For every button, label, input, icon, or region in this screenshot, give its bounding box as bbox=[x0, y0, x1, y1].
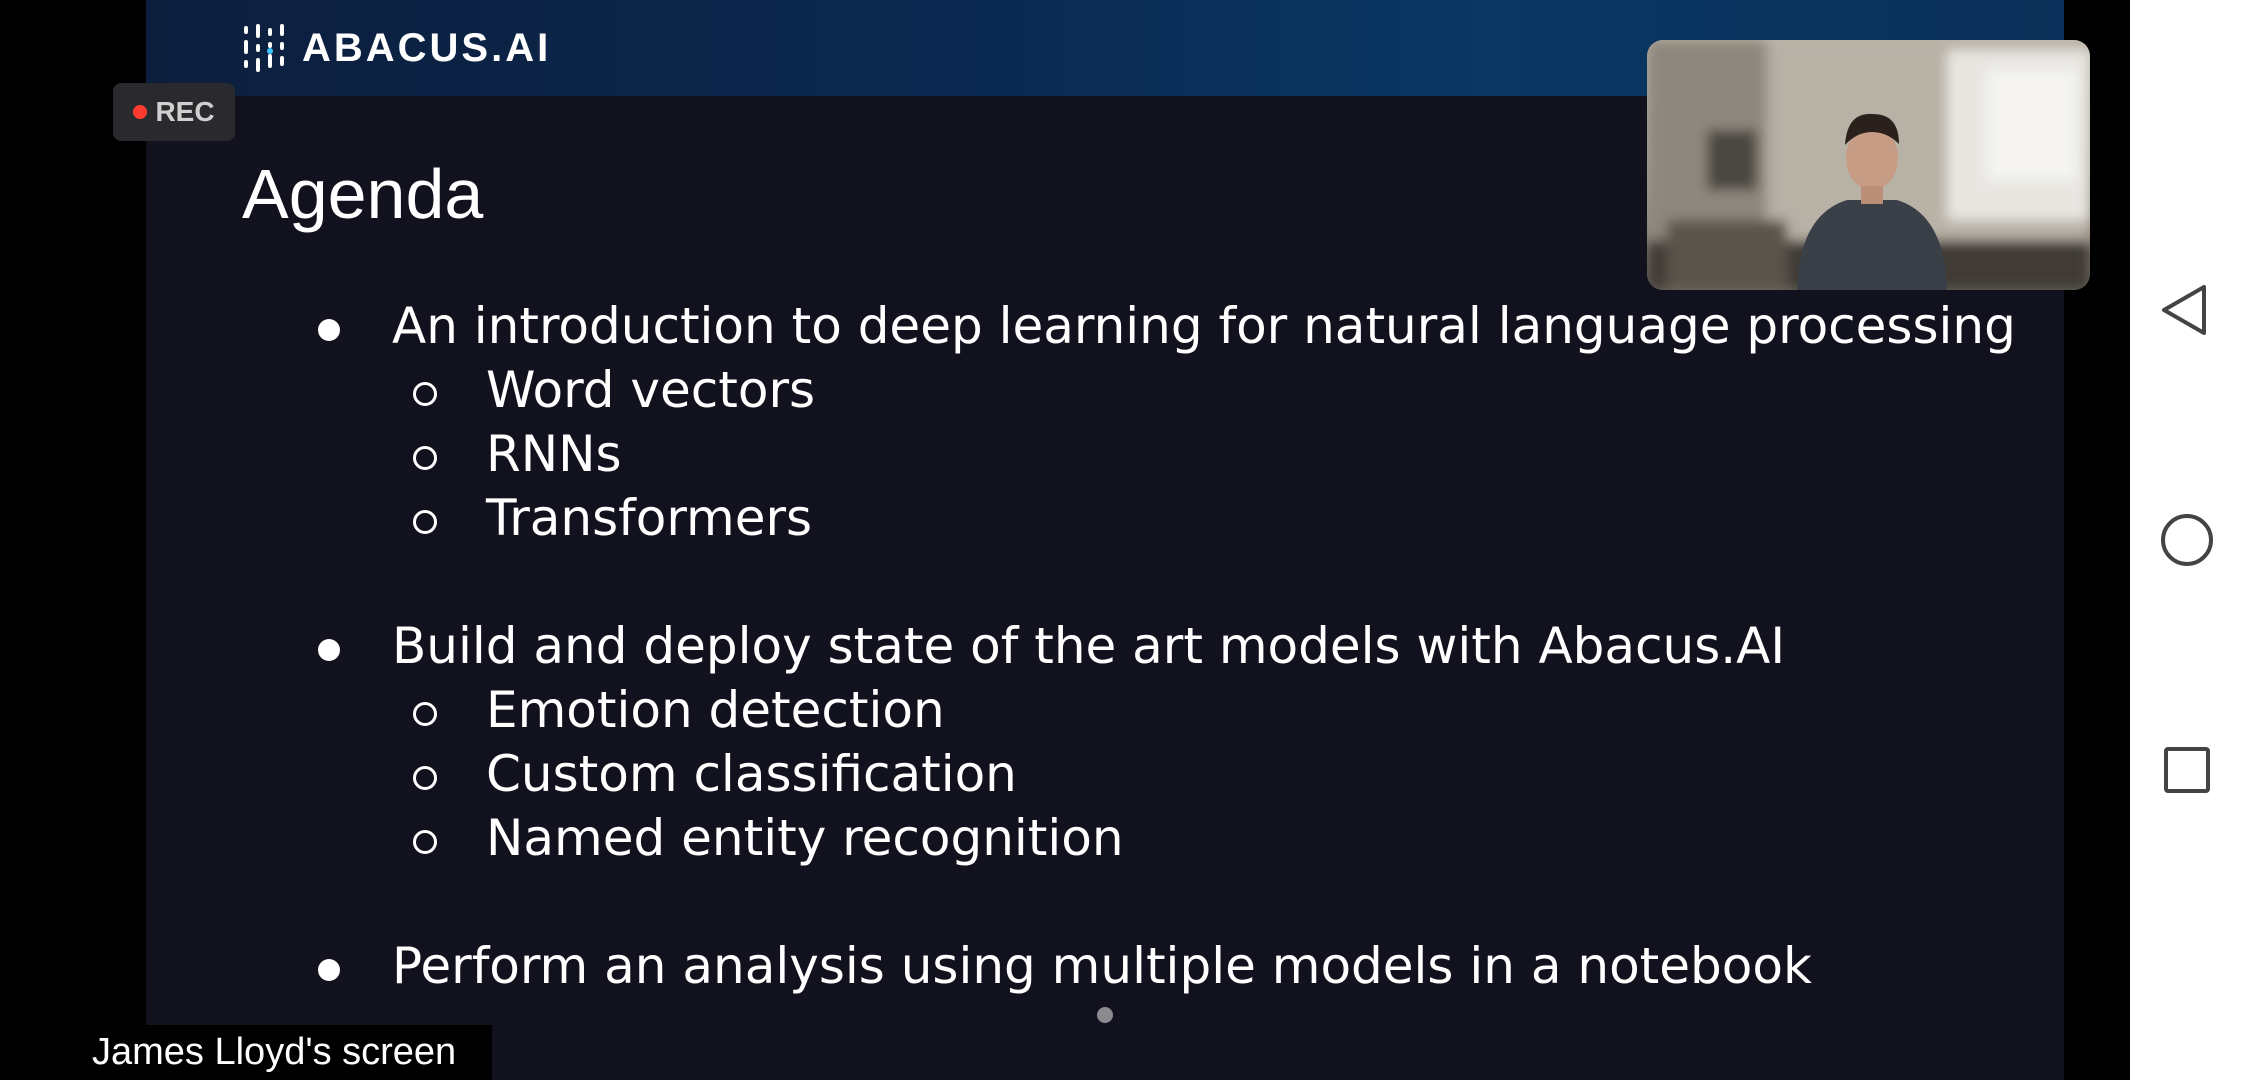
bullet-ring-icon bbox=[410, 424, 440, 484]
recording-dot-icon bbox=[133, 105, 148, 119]
agenda-subitem-text: Custom classification bbox=[486, 745, 1017, 803]
agenda-item-text: Perform an analysis using multiple model… bbox=[392, 937, 1812, 995]
agenda-item-text: An introduction to deep learning for nat… bbox=[392, 297, 2016, 355]
abacus-logo-icon bbox=[244, 24, 284, 72]
bullet-disc-icon bbox=[314, 616, 344, 676]
android-navigation-bar bbox=[2130, 0, 2244, 1080]
bullet-ring-icon bbox=[410, 360, 440, 420]
recents-square-icon[interactable] bbox=[2152, 735, 2222, 805]
recording-label: REC bbox=[155, 96, 215, 127]
slide-title: Agenda bbox=[242, 155, 484, 233]
recording-badge: REC bbox=[113, 83, 235, 141]
agenda-subitem: Transformers bbox=[146, 488, 2046, 548]
bullet-ring-icon bbox=[410, 808, 440, 868]
agenda-subitem: Emotion detection bbox=[146, 680, 2046, 740]
agenda-item: Build and deploy state of the art models… bbox=[146, 616, 2046, 676]
bullet-ring-icon bbox=[410, 488, 440, 548]
agenda-subitem-text: RNNs bbox=[486, 425, 622, 483]
bullet-ring-icon bbox=[410, 744, 440, 804]
participant-video-tile[interactable] bbox=[1647, 40, 2090, 290]
agenda-item: An introduction to deep learning for nat… bbox=[146, 296, 2046, 356]
agenda-item-text: Build and deploy state of the art models… bbox=[392, 617, 1786, 675]
abacus-logo-text: ABACUS.AI bbox=[302, 25, 552, 70]
agenda-subitem: Word vectors bbox=[146, 360, 2046, 420]
bullet-disc-icon bbox=[314, 936, 344, 996]
abacus-logo: ABACUS.AI bbox=[242, 20, 551, 76]
bullet-ring-icon bbox=[410, 680, 440, 740]
agenda-subitem-text: Word vectors bbox=[486, 361, 816, 419]
agenda-subitem-text: Emotion detection bbox=[486, 681, 945, 739]
agenda-subitem-text: Named entity recognition bbox=[486, 809, 1124, 867]
back-triangle-icon[interactable] bbox=[2152, 275, 2222, 345]
agenda-subitem-text: Transformers bbox=[486, 489, 813, 547]
page-indicator-dot[interactable] bbox=[1097, 1007, 1113, 1023]
agenda-item: Perform an analysis using multiple model… bbox=[146, 936, 2046, 996]
agenda-subitem: RNNs bbox=[146, 424, 2046, 484]
participant-video-image bbox=[1647, 40, 2090, 290]
bullet-disc-icon bbox=[314, 296, 344, 356]
screen-share-owner-label: James Lloyd's screen bbox=[78, 1025, 492, 1080]
agenda-subitem: Custom classification bbox=[146, 744, 2046, 804]
home-circle-icon[interactable] bbox=[2152, 505, 2222, 575]
agenda-subitem: Named entity recognition bbox=[146, 808, 2046, 868]
